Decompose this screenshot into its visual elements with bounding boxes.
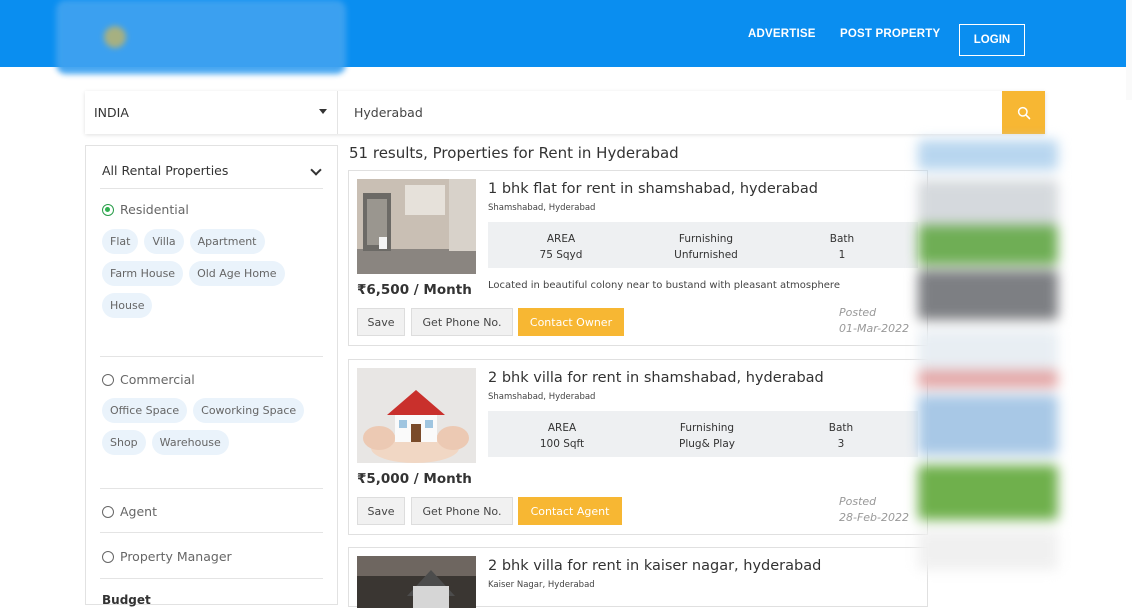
- listing-price: ₹5,000 / Month: [357, 471, 472, 487]
- posted-date: 28-Feb-2022: [839, 511, 910, 524]
- spec-furnishing-value: Plug& Play: [679, 438, 735, 450]
- posted-info: Posted 01-Mar-2022: [839, 305, 909, 337]
- spec-area-label: AREA: [546, 233, 576, 245]
- spec-furnishing: Furnishing Plug& Play: [669, 420, 745, 452]
- listing-card[interactable]: ₹6,500 / Month 1 bhk flat for rent in sh…: [348, 170, 928, 346]
- chip-villa[interactable]: Villa: [144, 229, 184, 254]
- scrollbar[interactable]: [1126, 0, 1132, 100]
- nav-advertise-label[interactable]: ADVERTISE: [748, 28, 816, 40]
- posted-date: 01-Mar-2022: [839, 322, 910, 335]
- contact-owner-button[interactable]: Contact Owner: [518, 308, 624, 336]
- search-icon: [1017, 106, 1030, 119]
- spec-furnishing-value: Unfurnished: [674, 249, 738, 261]
- listing-title[interactable]: 2 bhk villa for rent in kaiser nagar, hy…: [488, 558, 821, 574]
- spec-area-value: 100 Sqft: [539, 438, 585, 450]
- spec-bath-value: 1: [838, 249, 846, 261]
- chip-coworking-space[interactable]: Coworking Space: [193, 398, 305, 423]
- spec-bath-value: 3: [837, 438, 845, 450]
- search-button[interactable]: [1002, 91, 1045, 134]
- get-phone-button[interactable]: Get Phone No.: [411, 497, 513, 525]
- listing-specs: AREA 75 Sqyd Furnishing Unfurnished Bath…: [488, 222, 918, 268]
- chevron-down-icon[interactable]: [310, 164, 322, 176]
- save-button[interactable]: Save: [357, 497, 405, 525]
- filter-sidebar: All Rental Properties Residential Flat V…: [85, 145, 338, 607]
- spec-area-value: 75 Sqyd: [539, 249, 583, 261]
- spec-area: AREA 100 Sqft: [534, 420, 590, 452]
- posted-label: Posted: [839, 495, 877, 508]
- radio-unselected-icon[interactable]: [102, 373, 114, 386]
- radio-agent[interactable]: Agent: [102, 504, 157, 519]
- spec-bath: Bath 1: [823, 231, 861, 263]
- radio-selected-icon[interactable]: [102, 203, 114, 216]
- nav-advertise[interactable]: ADVERTISE: [748, 0, 816, 67]
- listing-title[interactable]: 1 bhk flat for rent in shamshabad, hyder…: [488, 181, 818, 197]
- chip-old-age-home[interactable]: Old Age Home: [189, 261, 285, 286]
- radio-residential-label: Residential: [120, 202, 189, 217]
- spec-bath: Bath 3: [822, 420, 860, 452]
- chip-shop[interactable]: Shop: [102, 430, 146, 455]
- listing-card[interactable]: 2 bhk villa for rent in kaiser nagar, hy…: [348, 547, 928, 608]
- radio-agent-label: Agent: [120, 504, 157, 519]
- radio-unselected-icon[interactable]: [102, 505, 114, 518]
- divider: [100, 532, 323, 533]
- radio-property-manager-label: Property Manager: [120, 549, 232, 564]
- nav-post-property[interactable]: POST PROPERTY: [840, 0, 940, 67]
- spec-bath-label: Bath: [829, 233, 855, 245]
- save-button[interactable]: Save: [357, 308, 405, 336]
- chip-office-space[interactable]: Office Space: [102, 398, 188, 423]
- divider: [100, 356, 323, 357]
- brand-logo[interactable]: [56, 0, 346, 74]
- property-photo[interactable]: [357, 368, 476, 463]
- property-photo[interactable]: [357, 179, 476, 274]
- listing-price: ₹6,500 / Month: [357, 282, 472, 298]
- spec-furnishing-label: Furnishing: [679, 422, 735, 434]
- divider: [100, 488, 323, 489]
- radio-commercial-label: Commercial: [120, 372, 195, 387]
- results-count-title: 51 results, Properties for Rent in Hyder…: [349, 144, 679, 162]
- residential-chips: Flat Villa Apartment Farm House Old Age …: [102, 229, 327, 318]
- ad-sidebar[interactable]: [908, 135, 1068, 575]
- chip-house[interactable]: House: [102, 293, 153, 318]
- listing-description: Located in beautiful colony near to bust…: [488, 280, 840, 291]
- radio-commercial[interactable]: Commercial: [102, 372, 195, 387]
- search-bar: INDIA: [85, 91, 1045, 134]
- spec-area-label: AREA: [547, 422, 577, 434]
- listing-location: Shamshabad, Hyderabad: [488, 392, 596, 402]
- divider: [100, 188, 323, 189]
- chip-flat[interactable]: Flat: [102, 229, 139, 254]
- location-search-input[interactable]: [339, 91, 1001, 134]
- spec-furnishing: Furnishing Unfurnished: [668, 231, 744, 263]
- filter-heading[interactable]: All Rental Properties: [102, 163, 228, 178]
- radio-residential[interactable]: Residential: [102, 202, 189, 217]
- login-button[interactable]: LOGIN: [959, 24, 1025, 56]
- contact-agent-button[interactable]: Contact Agent: [518, 497, 622, 525]
- listing-card[interactable]: ₹5,000 / Month 2 bhk villa for rent in s…: [348, 359, 928, 535]
- listing-location: Shamshabad, Hyderabad: [488, 203, 596, 213]
- property-photo[interactable]: [357, 556, 476, 608]
- spec-area: AREA 75 Sqyd: [533, 231, 589, 263]
- listing-location: Kaiser Nagar, Hyderabad: [488, 580, 595, 590]
- spec-bath-label: Bath: [828, 422, 854, 434]
- posted-label: Posted: [839, 306, 877, 319]
- chip-farm-house[interactable]: Farm House: [102, 261, 184, 286]
- nav-post-property-label[interactable]: POST PROPERTY: [840, 28, 940, 40]
- country-select-value: INDIA: [94, 105, 129, 120]
- spec-furnishing-label: Furnishing: [678, 233, 734, 245]
- top-navbar: ADVERTISE POST PROPERTY LOGIN: [0, 0, 1132, 74]
- get-phone-button[interactable]: Get Phone No.: [411, 308, 513, 336]
- listing-title[interactable]: 2 bhk villa for rent in shamshabad, hyde…: [488, 370, 824, 386]
- listing-specs: AREA 100 Sqft Furnishing Plug& Play Bath…: [488, 411, 918, 457]
- radio-unselected-icon[interactable]: [102, 550, 114, 563]
- country-select[interactable]: INDIA: [85, 91, 338, 134]
- commercial-chips: Office Space Coworking Space Shop Wareho…: [102, 398, 327, 455]
- posted-info: Posted 28-Feb-2022: [839, 494, 909, 526]
- caret-down-icon: [319, 109, 327, 114]
- chip-apartment[interactable]: Apartment: [189, 229, 265, 254]
- divider: [100, 578, 323, 579]
- radio-property-manager[interactable]: Property Manager: [102, 549, 232, 564]
- budget-heading[interactable]: Budget: [102, 593, 151, 607]
- chip-warehouse[interactable]: Warehouse: [151, 430, 229, 455]
